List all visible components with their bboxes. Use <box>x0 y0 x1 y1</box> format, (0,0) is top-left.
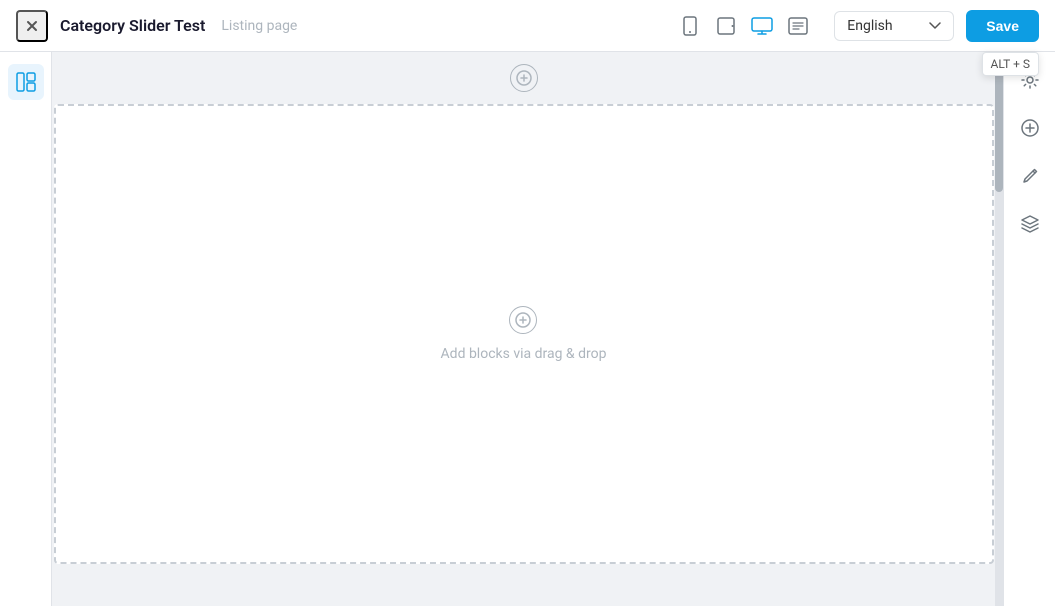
list-view-button[interactable] <box>782 10 814 42</box>
save-tooltip: ALT + S <box>982 52 1040 76</box>
save-button[interactable]: Save <box>966 10 1039 42</box>
close-button[interactable] <box>16 10 48 42</box>
body-layout: Add blocks via drag & drop <box>0 52 1055 606</box>
page-title: Category Slider Test <box>60 16 205 35</box>
language-selector[interactable]: English <box>834 11 954 41</box>
page-subtitle: Listing page <box>221 18 297 34</box>
drop-zone: Add blocks via drag & drop <box>441 306 607 362</box>
add-icon <box>1020 118 1040 138</box>
header: Category Slider Test Listing page <box>0 0 1055 52</box>
mobile-view-button[interactable] <box>674 10 706 42</box>
tablet-view-button[interactable] <box>710 10 742 42</box>
scrollbar-track[interactable] <box>995 52 1003 606</box>
edit-button[interactable] <box>1014 160 1046 192</box>
main-canvas: Add blocks via drag & drop <box>52 52 995 606</box>
right-sidebar <box>1003 52 1055 606</box>
center-add-button[interactable] <box>509 306 537 334</box>
layout-sidebar-icon[interactable] <box>8 64 44 100</box>
language-value: English <box>847 18 921 34</box>
page-canvas: Add blocks via drag & drop <box>54 104 994 564</box>
desktop-view-button[interactable] <box>746 10 778 42</box>
layout-icon <box>16 72 36 92</box>
layers-icon <box>1020 214 1040 234</box>
layers-button[interactable] <box>1014 208 1046 240</box>
add-content-button[interactable] <box>1014 112 1046 144</box>
left-sidebar <box>0 52 52 606</box>
drop-zone-text: Add blocks via drag & drop <box>441 346 607 362</box>
top-add-button[interactable] <box>510 64 538 92</box>
top-add-bar <box>52 52 995 104</box>
view-icons <box>674 10 814 42</box>
chevron-down-icon <box>929 22 941 30</box>
edit-icon <box>1020 166 1040 186</box>
